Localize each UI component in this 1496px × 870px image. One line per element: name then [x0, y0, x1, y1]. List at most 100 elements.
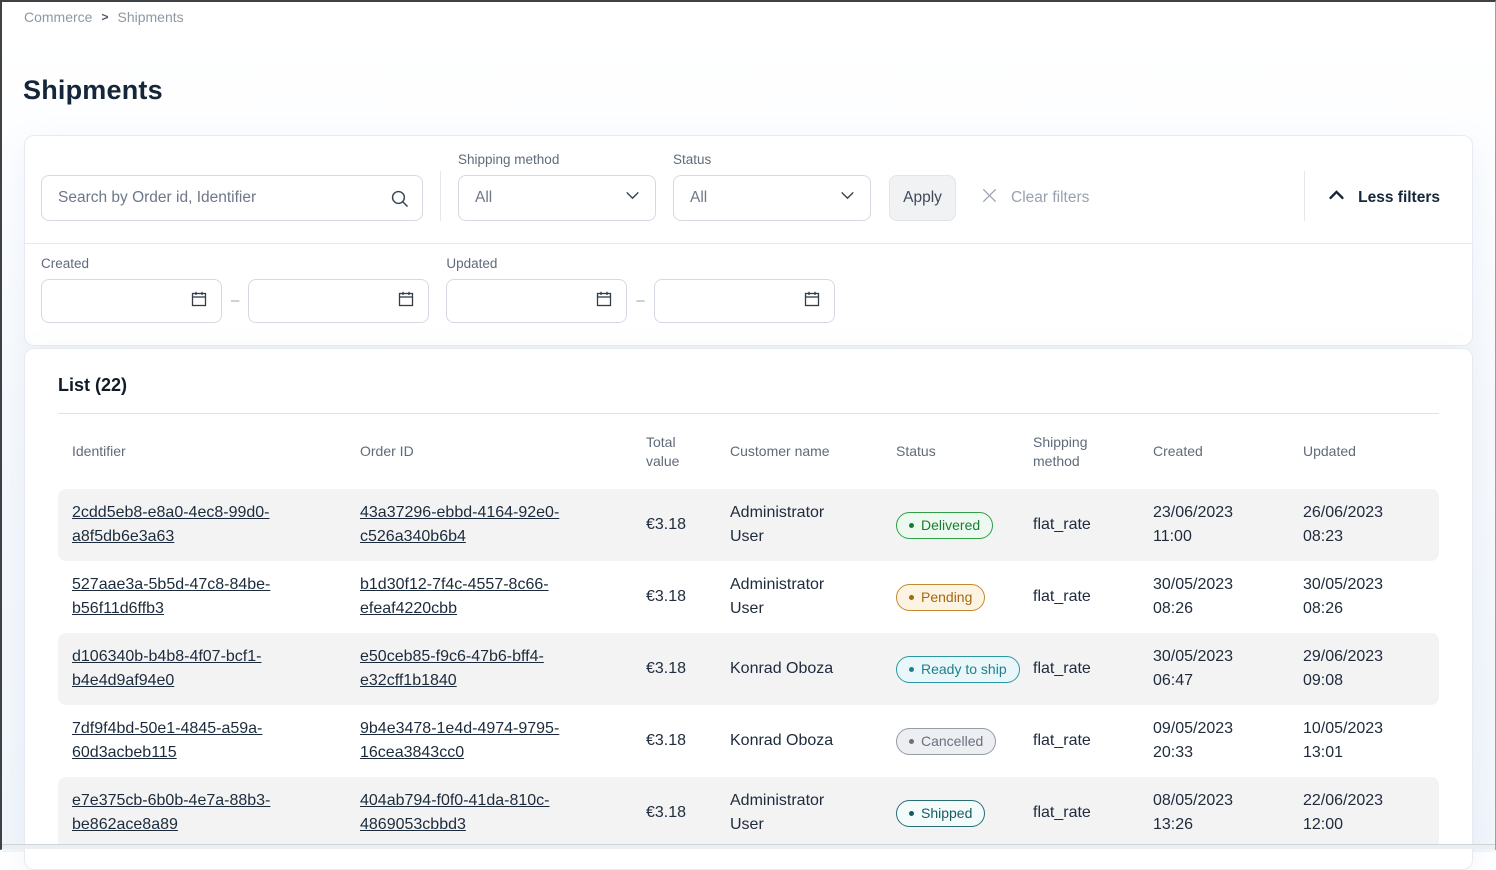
status-value: All [690, 189, 707, 207]
column-header-identifier: Identifier [72, 442, 360, 461]
shipments-list-panel: List (22) Identifier Order ID Total valu… [24, 348, 1473, 870]
order-id-link[interactable]: e50ceb85-f9c6-47b6-bff4-e32cff1b1840 [360, 645, 578, 693]
updated-cell: 10/05/2023 13:01 [1303, 717, 1403, 765]
customer-name-cell: Konrad Oboza [730, 729, 833, 753]
chevron-up-icon [1327, 186, 1346, 210]
updated-to-field [654, 279, 835, 323]
column-header-updated: Updated [1303, 442, 1439, 461]
table-header: Identifier Order ID Total value Customer… [58, 414, 1439, 489]
updated-cell: 29/06/2023 09:08 [1303, 645, 1403, 693]
updated-from-input[interactable] [461, 293, 581, 310]
apply-button[interactable]: Apply [889, 175, 956, 221]
status-badge: Pending [896, 584, 985, 611]
range-separator: – [231, 292, 239, 309]
customer-name-cell: Administrator User [730, 789, 842, 837]
customer-name-cell: Administrator User [730, 501, 842, 549]
total-value-cell: €3.18 [646, 516, 686, 533]
column-header-shipping-method: Shipping method [1033, 433, 1153, 471]
table-row: 527aae3a-5b5d-47c8-84be-b56f11d6ffb3 b1d… [58, 561, 1439, 633]
status-badge: Shipped [896, 800, 985, 827]
table-row: 7df9f4bd-50e1-4845-a59a-60d3acbeb115 9b4… [58, 705, 1439, 777]
updated-to-input[interactable] [669, 293, 789, 310]
updated-cell: 30/05/2023 08:26 [1303, 573, 1403, 621]
created-cell: 23/06/2023 11:00 [1153, 501, 1253, 549]
status-dot-icon [909, 739, 914, 744]
identifier-link[interactable]: d106340b-b4b8-4f07-bcf1-b4e4d9af94e0 [72, 645, 297, 693]
range-separator: – [636, 292, 644, 309]
updated-from-field [446, 279, 627, 323]
created-cell: 30/05/2023 06:47 [1153, 645, 1253, 693]
breadcrumb-commerce[interactable]: Commerce [24, 9, 92, 25]
status-label: Pending [921, 589, 972, 605]
column-header-customer-name: Customer name [730, 442, 896, 461]
less-filters-label: Less filters [1358, 189, 1440, 207]
shipping-method-cell: flat_rate [1033, 516, 1091, 533]
calendar-icon[interactable] [396, 289, 416, 314]
customer-name-cell: Konrad Oboza [730, 657, 833, 681]
table-row: 2cdd5eb8-e8a0-4ec8-99d0-a8f5db6e3a63 43a… [58, 489, 1439, 561]
customer-name-cell: Administrator User [730, 573, 842, 621]
identifier-link[interactable]: 527aae3a-5b5d-47c8-84be-b56f11d6ffb3 [72, 573, 297, 621]
created-from-field [41, 279, 222, 323]
breadcrumb-shipments: Shipments [117, 9, 183, 25]
identifier-link[interactable]: e7e375cb-6b0b-4e7a-88b3-be862ace8a89 [72, 789, 297, 837]
status-badge: Ready to ship [896, 656, 1020, 683]
status-label: Status [673, 152, 871, 167]
shipping-method-value: All [475, 189, 492, 207]
status-select[interactable]: All [673, 175, 871, 221]
x-icon [980, 186, 999, 210]
total-value-cell: €3.18 [646, 804, 686, 821]
status-dot-icon [909, 811, 914, 816]
identifier-link[interactable]: 7df9f4bd-50e1-4845-a59a-60d3acbeb115 [72, 717, 297, 765]
clear-filters-button[interactable]: Clear filters [980, 175, 1089, 221]
calendar-icon[interactable] [802, 289, 822, 314]
status-label: Cancelled [921, 733, 983, 749]
search-input[interactable] [41, 175, 423, 221]
divider [440, 171, 441, 221]
shipping-method-cell: flat_rate [1033, 732, 1091, 749]
column-header-order-id: Order ID [360, 442, 646, 461]
table-row: d106340b-b4b8-4f07-bcf1-b4e4d9af94e0 e50… [58, 633, 1439, 705]
created-label: Created [41, 256, 429, 271]
filters-panel: Shipping method All Status All [24, 135, 1473, 346]
less-filters-toggle[interactable]: Less filters [1327, 175, 1440, 221]
order-id-link[interactable]: 43a37296-ebbd-4164-92e0-c526a340b6b4 [360, 501, 578, 549]
breadcrumb: Commerce > Shipments [2, 2, 1495, 32]
created-to-input[interactable] [263, 293, 383, 310]
identifier-link[interactable]: 2cdd5eb8-e8a0-4ec8-99d0-a8f5db6e3a63 [72, 501, 297, 549]
breadcrumb-separator: > [101, 10, 108, 24]
table-body: 2cdd5eb8-e8a0-4ec8-99d0-a8f5db6e3a63 43a… [58, 489, 1439, 849]
order-id-link[interactable]: b1d30f12-7f4c-4557-8c66-efeaf4220cbb [360, 573, 578, 621]
divider [1304, 171, 1305, 221]
created-cell: 08/05/2023 13:26 [1153, 789, 1253, 837]
column-header-total-value: Total value [646, 433, 730, 471]
status-dot-icon [909, 595, 914, 600]
window-bottom-edge [2, 844, 1495, 849]
status-label: Delivered [921, 517, 980, 533]
chevron-down-icon [839, 187, 856, 209]
column-header-status: Status [896, 442, 1033, 461]
order-id-link[interactable]: 404ab794-f0f0-41da-810c-4869053cbbd3 [360, 789, 578, 837]
calendar-icon[interactable] [594, 289, 614, 314]
updated-cell: 22/06/2023 12:00 [1303, 789, 1403, 837]
total-value-cell: €3.18 [646, 588, 686, 605]
shipping-method-cell: flat_rate [1033, 660, 1091, 677]
order-id-link[interactable]: 9b4e3478-1e4d-4974-9795-16cea3843cc0 [360, 717, 578, 765]
created-cell: 30/05/2023 08:26 [1153, 573, 1253, 621]
total-value-cell: €3.18 [646, 660, 686, 677]
page-title: Shipments [23, 32, 1473, 106]
created-from-input[interactable] [56, 293, 176, 310]
list-title: List (22) [58, 349, 1439, 396]
shipping-method-label: Shipping method [458, 152, 656, 167]
created-cell: 09/05/2023 20:33 [1153, 717, 1253, 765]
updated-cell: 26/06/2023 08:23 [1303, 501, 1403, 549]
status-badge: Cancelled [896, 728, 996, 755]
status-label: Shipped [921, 805, 972, 821]
search-field [41, 175, 423, 221]
total-value-cell: €3.18 [646, 732, 686, 749]
calendar-icon[interactable] [189, 289, 209, 314]
shipping-method-select[interactable]: All [458, 175, 656, 221]
status-label: Ready to ship [921, 661, 1007, 677]
status-dot-icon [909, 667, 914, 672]
updated-label: Updated [446, 256, 834, 271]
